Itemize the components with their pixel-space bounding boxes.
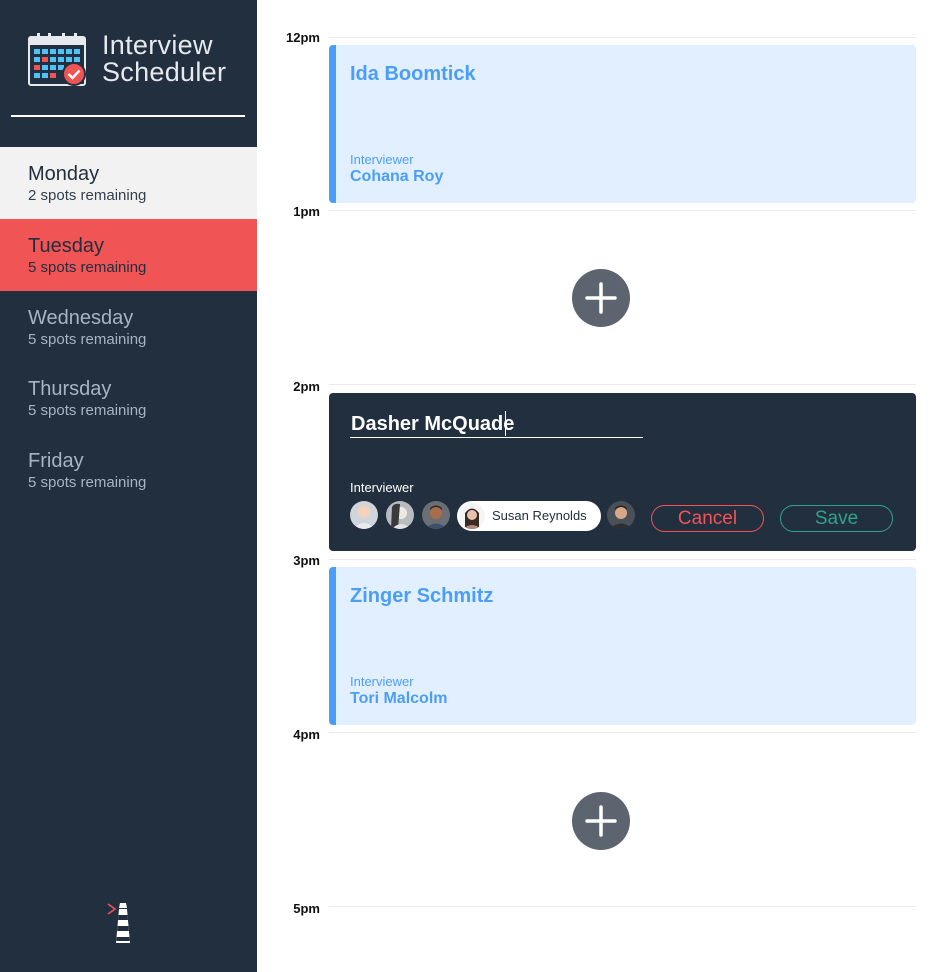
interviewer-label: Interviewer <box>350 152 414 167</box>
day-spots: 2 spots remaining <box>28 187 147 204</box>
sidebar: Interview Scheduler Monday 2 spots remai… <box>0 0 257 972</box>
hour-label-12pm: 12pm <box>286 30 320 45</box>
selected-interviewer-pill[interactable]: Susan Reynolds <box>457 501 601 531</box>
plus-icon <box>585 805 617 837</box>
calendar-logo-icon <box>28 33 86 86</box>
day-item-friday[interactable]: Friday 5 spots remaining <box>0 434 257 506</box>
hour-label-4pm: 4pm <box>293 727 320 742</box>
interviewer-label: Interviewer <box>350 480 414 495</box>
day-item-tuesday[interactable]: Tuesday 5 spots remaining <box>0 219 257 291</box>
hour-divider <box>329 906 916 907</box>
app-title: Interview Scheduler <box>102 32 226 86</box>
cancel-button[interactable]: Cancel <box>651 505 764 532</box>
day-spots: 5 spots remaining <box>28 259 147 276</box>
hour-label-2pm: 2pm <box>293 379 320 394</box>
student-name: Ida Boomtick <box>350 63 476 85</box>
add-appointment-button[interactable] <box>572 269 630 327</box>
hour-divider <box>329 37 916 38</box>
app-title-line1: Interview <box>102 30 213 60</box>
day-name: Thursday <box>28 378 112 400</box>
interviewer-avatar <box>459 503 485 529</box>
interviewer-name: Tori Malcolm <box>350 690 448 707</box>
plus-icon <box>585 282 617 314</box>
student-name: Zinger Schmitz <box>350 585 494 607</box>
day-name: Friday <box>28 450 84 472</box>
appointment-card[interactable]: Ida Boomtick Interviewer Cohana Roy <box>329 45 916 203</box>
day-item-thursday[interactable]: Thursday 5 spots remaining <box>0 362 257 434</box>
selected-interviewer-name: Susan Reynolds <box>492 508 587 523</box>
interviewer-avatar[interactable] <box>422 501 450 529</box>
day-item-wednesday[interactable]: Wednesday 5 spots remaining <box>0 291 257 363</box>
hour-divider <box>329 559 916 560</box>
appointment-card[interactable]: Zinger Schmitz Interviewer Tori Malcolm <box>329 567 916 725</box>
appointment-form: Interviewer <box>329 393 916 551</box>
hour-divider <box>329 210 916 211</box>
day-name: Monday <box>28 163 100 185</box>
day-spots: 5 spots remaining <box>28 331 147 348</box>
student-name-input[interactable] <box>350 411 643 438</box>
day-spots: 5 spots remaining <box>28 402 147 419</box>
lighthouse-icon <box>107 903 130 943</box>
text-caret <box>505 411 506 436</box>
day-spots: 5 spots remaining <box>28 474 147 491</box>
hour-divider <box>329 384 916 385</box>
hour-label-5pm: 5pm <box>293 901 320 916</box>
interviewer-avatar[interactable] <box>350 501 378 529</box>
interviewer-avatar[interactable] <box>607 501 635 529</box>
interviewer-avatar[interactable] <box>386 501 414 529</box>
add-appointment-button[interactable] <box>572 792 630 850</box>
app-brand: Interview Scheduler <box>28 32 248 92</box>
day-item-monday[interactable]: Monday 2 spots remaining <box>0 147 257 219</box>
interviewer-name: Cohana Roy <box>350 168 444 185</box>
sidebar-divider <box>11 115 245 117</box>
save-button[interactable]: Save <box>780 505 893 532</box>
hour-label-1pm: 1pm <box>293 204 320 219</box>
day-name: Wednesday <box>28 307 134 329</box>
day-name: Tuesday <box>28 235 104 257</box>
hour-divider <box>329 732 916 733</box>
interviewer-label: Interviewer <box>350 674 414 689</box>
app-title-line2: Scheduler <box>102 57 227 87</box>
hour-label-3pm: 3pm <box>293 553 320 568</box>
